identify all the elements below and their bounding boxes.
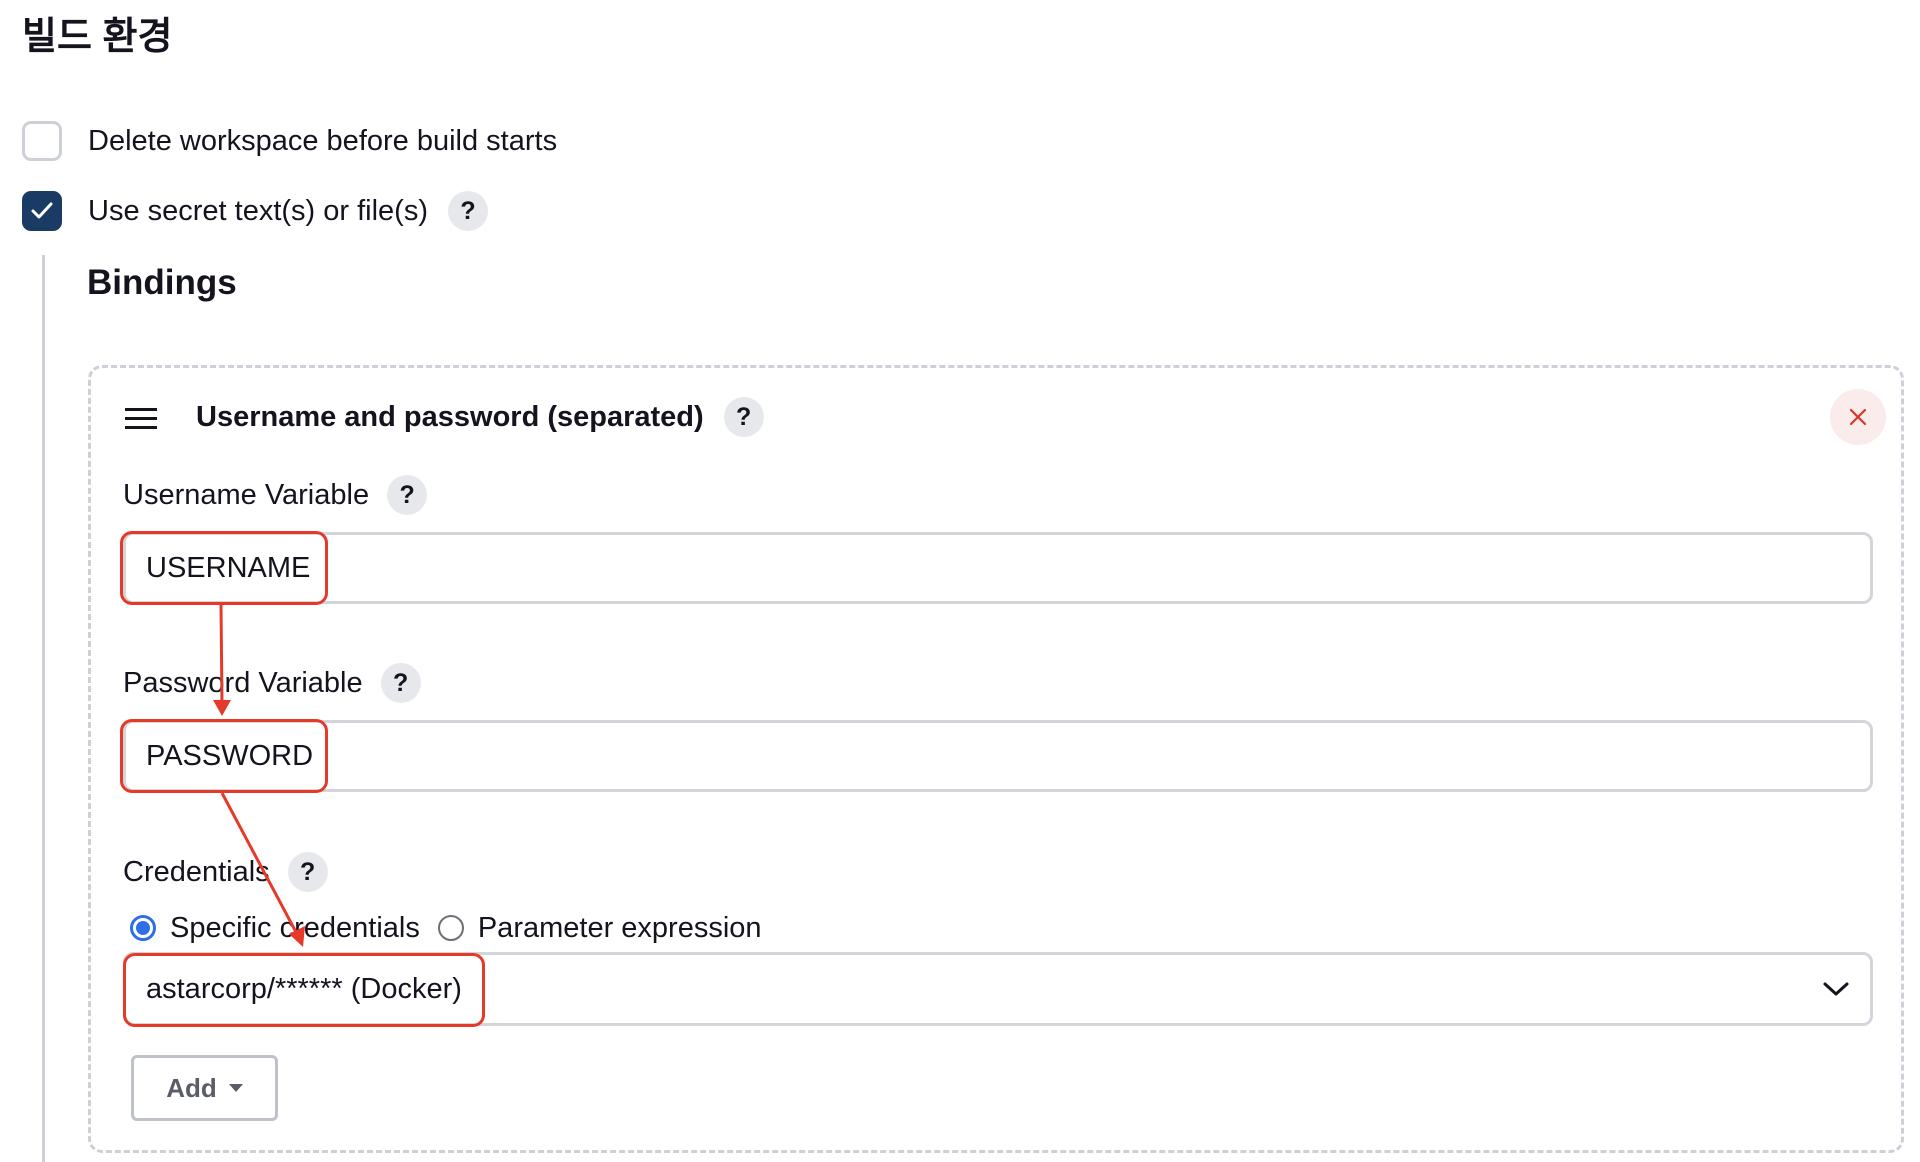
delete-workspace-option[interactable]: Delete workspace before build starts (22, 118, 557, 164)
add-credentials-button[interactable]: Add (131, 1055, 278, 1121)
specific-credentials-radio[interactable] (130, 915, 156, 941)
binding-help-icon[interactable]: ? (723, 397, 764, 437)
section-title: 빌드 환경 (22, 16, 173, 58)
credentials-field-label: Credentials ? (123, 852, 328, 892)
use-secret-checkbox[interactable] (22, 191, 62, 231)
remove-binding-button[interactable] (1830, 389, 1886, 445)
use-secret-label[interactable]: Use secret text(s) or file(s) (88, 191, 428, 231)
password-variable-input[interactable] (123, 720, 1873, 792)
binding-title-text: Username and password (separated) (196, 401, 704, 433)
username-variable-field-label: Username Variable ? (123, 475, 428, 515)
username-variable-input[interactable] (123, 532, 1873, 604)
binding-title: Username and password (separated) ? (196, 397, 764, 437)
caret-down-icon (228, 1084, 243, 1092)
credentials-help-icon[interactable]: ? (287, 852, 328, 892)
drag-handle-icon[interactable] (125, 408, 157, 430)
check-icon (31, 202, 53, 219)
delete-workspace-label[interactable]: Delete workspace before build starts (88, 121, 557, 161)
credentials-selected-value: astarcorp/****** (Docker) (146, 972, 462, 1005)
chevron-down-icon (1823, 982, 1849, 996)
credentials-select[interactable]: astarcorp/****** (Docker) (123, 952, 1873, 1026)
username-variable-label: Username Variable (123, 479, 370, 511)
close-icon (1849, 408, 1867, 426)
credentials-label: Credentials (123, 856, 270, 888)
parameter-expression-radio[interactable] (437, 915, 464, 941)
specific-credentials-label[interactable]: Specific credentials (170, 912, 420, 945)
nesting-line (42, 255, 45, 1162)
parameter-expression-label[interactable]: Parameter expression (478, 912, 762, 945)
add-button-label: Add (166, 1072, 217, 1103)
bindings-title: Bindings (87, 263, 237, 302)
delete-workspace-checkbox[interactable] (22, 121, 62, 161)
username-variable-help-icon[interactable]: ? (387, 475, 428, 515)
credentials-mode-group: Specific credentials Parameter expressio… (130, 908, 762, 948)
password-variable-label: Password Variable (123, 667, 363, 699)
use-secret-option[interactable]: Use secret text(s) or file(s) ? (22, 188, 488, 234)
password-variable-help-icon[interactable]: ? (380, 663, 421, 703)
use-secret-help-icon[interactable]: ? (448, 191, 488, 231)
password-variable-field-label: Password Variable ? (123, 663, 421, 703)
